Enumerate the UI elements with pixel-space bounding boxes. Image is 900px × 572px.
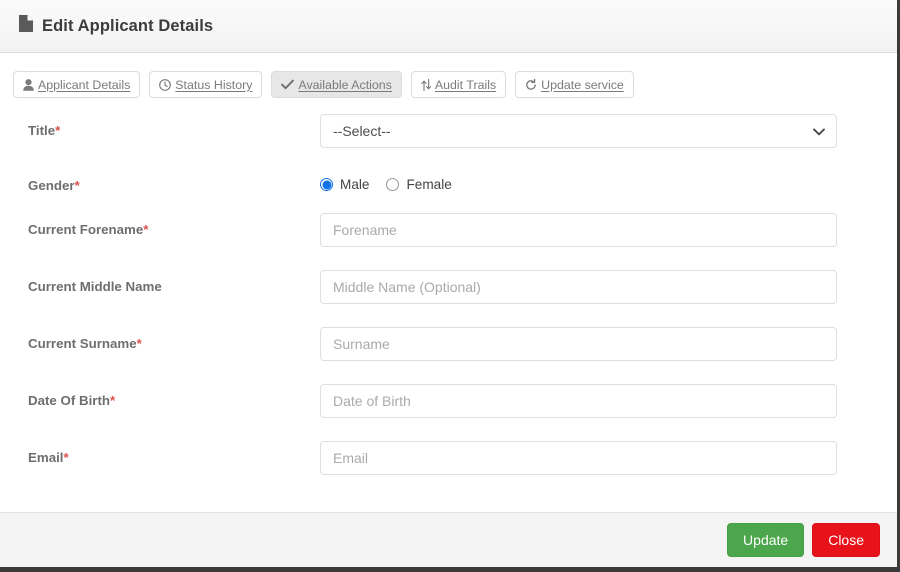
form-row-title: Title* --Select-- [0,114,897,148]
tab-audit-trails[interactable]: Audit Trails [410,71,507,98]
tab-label: Update service [541,77,624,92]
required-marker: * [136,335,142,351]
gender-radio-group: Male Female [320,175,837,192]
middlename-input[interactable] [320,269,837,304]
label-email: Email* [28,441,320,466]
tab-bar: Applicant Details Status History Availab… [0,53,897,98]
form-row-middlename: Current Middle Name [0,269,897,304]
file-document-icon [19,15,33,37]
surname-control-wrap [320,326,837,361]
page-title-text: Edit Applicant Details [42,16,214,35]
label-gender-text: Gender [28,178,75,193]
title-select[interactable]: --Select-- [320,114,837,148]
label-forename-text: Current Forename [28,221,144,237]
required-marker: * [74,178,80,193]
required-marker: * [55,123,61,138]
tab-available-actions[interactable]: Available Actions [271,71,402,98]
chevron-down-icon [813,123,825,139]
radio-indicator-female[interactable] [386,178,400,191]
dob-control-wrap [320,383,837,418]
tab-applicant-details[interactable]: Applicant Details [13,71,141,98]
form-row-email: Email* [0,440,897,475]
modal-body: Title* --Select-- Gender* Male Female Cu… [0,98,897,557]
required-marker: * [63,449,69,465]
label-forename: Current Forename* [28,213,320,238]
clock-icon [159,78,172,91]
gender-male-label: Male [340,177,370,192]
tab-update-service[interactable]: Update service [515,71,634,98]
gender-female-label: Female [406,177,452,192]
surname-input[interactable] [320,326,837,361]
label-middlename: Current Middle Name [28,270,320,295]
modal-header: Edit Applicant Details [0,0,897,53]
email-input[interactable] [320,440,837,475]
tab-label: Applicant Details [38,77,131,92]
radio-indicator-male[interactable] [320,178,333,191]
title-select-value: --Select-- [333,123,391,139]
label-title-text: Title [28,123,56,138]
label-dob: Date Of Birth* [28,384,320,409]
label-middlename-text: Current Middle Name [28,278,162,294]
close-button[interactable]: Close [812,523,880,557]
tab-label: Available Actions [298,77,392,92]
dob-input[interactable] [320,383,837,418]
page-title: Edit Applicant Details [19,15,213,37]
gender-radio-female[interactable]: Female [386,177,452,192]
check-icon [281,79,295,90]
tab-status-history[interactable]: Status History [149,71,263,98]
required-marker: * [110,392,116,408]
gender-control-wrap: Male Female [320,175,837,192]
label-surname: Current Surname* [28,327,320,352]
tab-label: Status History [175,77,253,92]
exchange-icon [421,78,431,91]
label-email-text: Email [28,449,64,465]
tab-label: Audit Trails [434,77,497,92]
label-title: Title* [28,114,320,139]
form-row-gender: Gender* Male Female [0,175,897,194]
forename-control-wrap [320,212,837,247]
title-control-wrap: --Select-- [320,114,837,148]
label-surname-text: Current Surname [28,335,137,351]
update-button[interactable]: Update [727,523,805,557]
email-control-wrap [320,440,837,475]
form-row-dob: Date Of Birth* [0,383,897,418]
modal-footer: Update Close [0,512,897,567]
form-row-forename: Current Forename* [0,212,897,247]
form-row-surname: Current Surname* [0,326,897,361]
required-marker: * [143,221,149,237]
label-gender: Gender* [28,175,320,194]
middlename-control-wrap [320,269,837,304]
label-dob-text: Date Of Birth [28,392,111,408]
user-icon [23,78,34,91]
gender-radio-male[interactable]: Male [320,177,369,192]
forename-input[interactable] [320,212,837,247]
edit-applicant-details-modal: Edit Applicant Details Applicant Details… [0,0,900,572]
refresh-icon [525,78,537,91]
